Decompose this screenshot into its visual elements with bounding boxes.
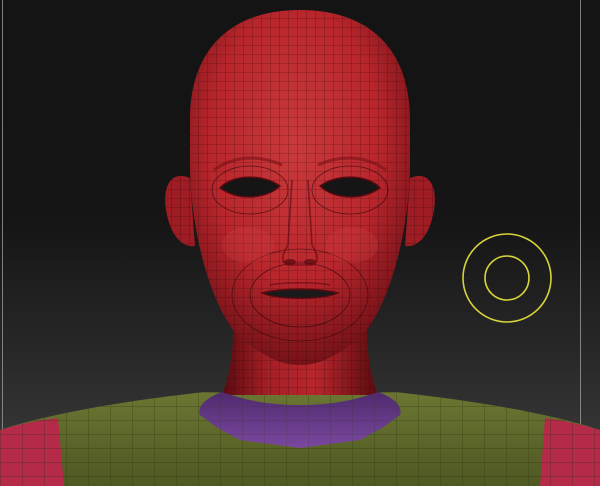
left-ear xyxy=(165,175,195,247)
document-canvas[interactable] xyxy=(0,0,600,486)
right-ear xyxy=(405,175,435,247)
brush-cursor-icon[interactable] xyxy=(462,233,552,323)
draw-size-ring xyxy=(462,233,552,323)
head-mesh[interactable] xyxy=(180,0,420,370)
sculpt-view[interactable] xyxy=(0,0,600,486)
focal-shift-ring xyxy=(484,255,530,301)
